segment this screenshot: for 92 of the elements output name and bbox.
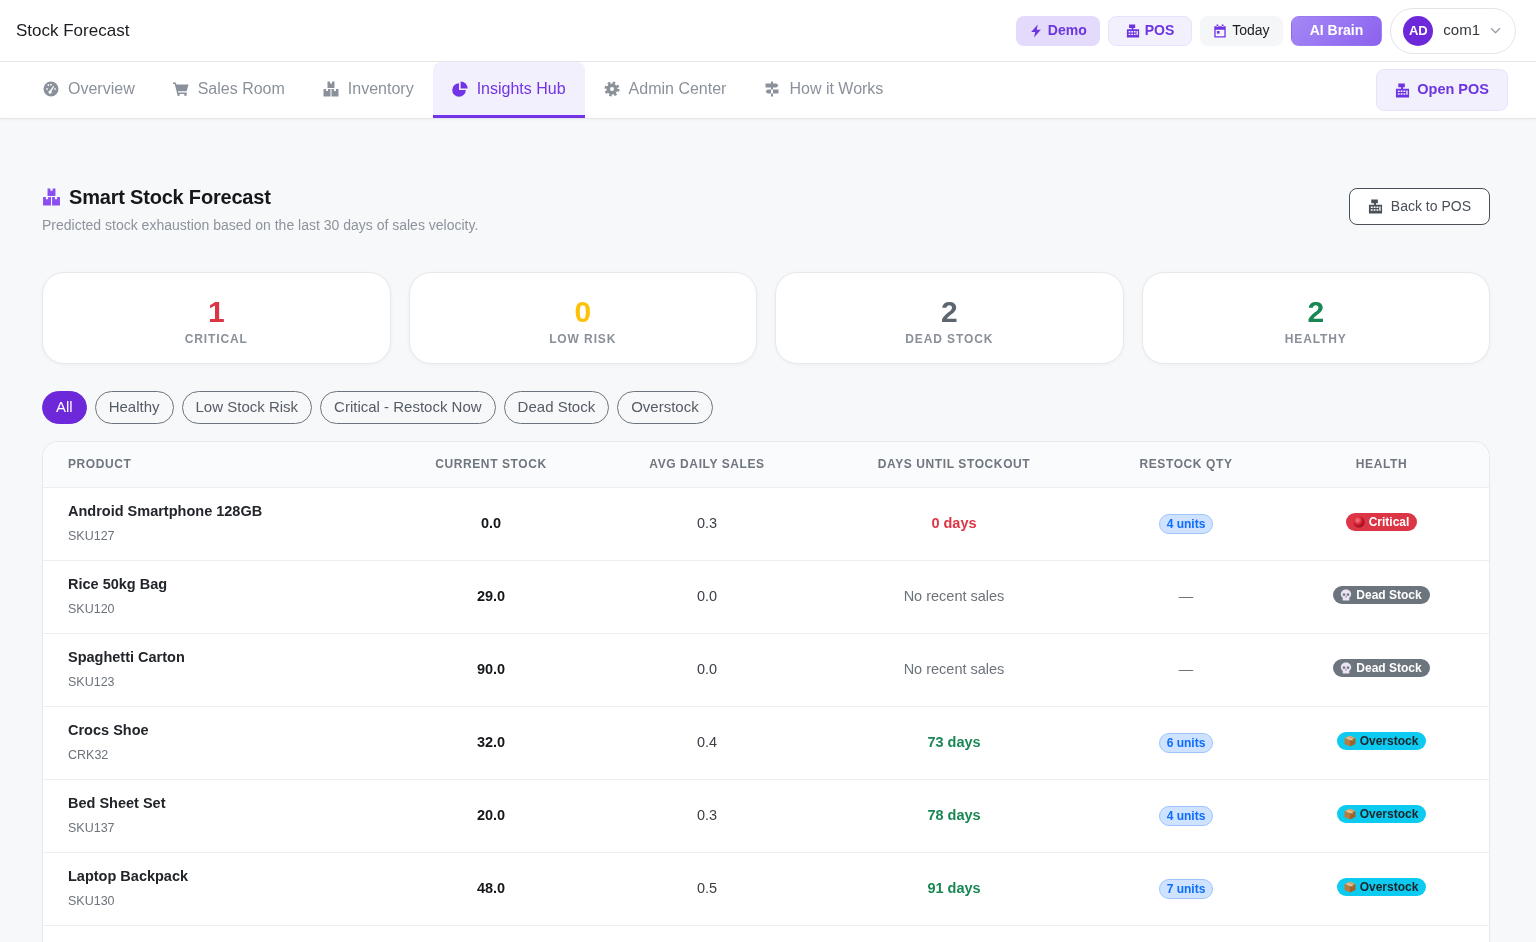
product-name: Laptop Backpack xyxy=(68,867,190,887)
sales-value: 0.3 xyxy=(696,806,718,823)
sales-value: 0.0 xyxy=(696,660,718,677)
page-title: Smart Stock Forecast xyxy=(69,185,271,209)
back-to-pos-button[interactable]: Back to POS xyxy=(1348,188,1490,225)
stat-label: LOW RISK xyxy=(549,330,617,348)
product-sku: SKU137 xyxy=(68,820,116,837)
stockout-value: 78 days xyxy=(927,806,981,823)
user-avatar: AD xyxy=(1403,15,1434,46)
signpost-icon xyxy=(764,80,781,97)
restock-value: — xyxy=(1178,587,1194,604)
pie-chart-icon xyxy=(451,80,468,97)
sales-value: 0.3 xyxy=(696,514,718,531)
page-subtitle: Predicted stock exhaustion based on the last 30 days of sales velocity. xyxy=(42,216,479,235)
boxes-icon xyxy=(42,188,61,206)
user-menu-button[interactable]: AD com1 xyxy=(1390,7,1516,54)
settings-icon xyxy=(603,80,620,97)
skull-icon xyxy=(1340,588,1353,601)
stockout-value: 91 days xyxy=(927,879,981,896)
column-header: HEALTH xyxy=(1287,442,1489,487)
ai-brain-button[interactable]: AI Brain xyxy=(1290,15,1383,46)
stat-label: HEALTHY xyxy=(1284,330,1347,348)
restock-badge: 4 units xyxy=(1158,513,1214,534)
column-header: DAYS UNTIL STOCKOUT xyxy=(823,442,1085,487)
restock-badge: 6 units xyxy=(1158,732,1214,753)
column-header: PRODUCT xyxy=(43,442,391,487)
column-header: CURRENT STOCK xyxy=(391,442,591,487)
product-name: Spaghetti Carton xyxy=(68,648,186,668)
cart-icon xyxy=(172,80,189,97)
restock-badge: 7 units xyxy=(1158,878,1214,899)
chevron-down-icon xyxy=(1490,27,1501,34)
column-header: RESTOCK QTY xyxy=(1085,442,1287,487)
nav-tab[interactable]: Sales Room xyxy=(153,62,304,118)
stat-label: DEAD STOCK xyxy=(905,330,994,348)
ball-icon xyxy=(1352,515,1365,528)
calendar-icon xyxy=(1213,23,1228,38)
stock-value: 48.0 xyxy=(476,879,506,896)
health-badge: Overstock xyxy=(1336,877,1427,896)
stock-value: 20.0 xyxy=(476,806,506,823)
cash-register-icon xyxy=(1125,23,1140,38)
stat-value: 2 xyxy=(1307,294,1325,328)
restock-value: — xyxy=(1178,660,1194,677)
product-name: Bed Sheet Set xyxy=(68,794,167,814)
product-sku: SKU123 xyxy=(68,674,116,691)
stat-label: CRITICAL xyxy=(184,330,248,348)
pos-button[interactable]: POS xyxy=(1107,15,1193,46)
nav-tab[interactable]: Admin Center xyxy=(584,62,746,118)
package-icon xyxy=(1343,807,1356,820)
product-sku: SKU127 xyxy=(68,528,116,545)
package-icon xyxy=(1343,734,1356,747)
cash-register-icon xyxy=(1367,199,1383,214)
stockout-value: 0 days xyxy=(931,514,977,531)
product-sku: SKU120 xyxy=(68,601,116,618)
stock-value: 29.0 xyxy=(476,587,506,604)
product-name: Crocs Shoe xyxy=(68,721,150,741)
filter-chip[interactable]: All xyxy=(42,391,87,424)
stock-value: 90.0 xyxy=(476,660,506,677)
health-badge: Overstock xyxy=(1336,804,1427,823)
nav-tab[interactable]: Inventory xyxy=(303,62,433,118)
column-header: AVG DAILY SALES xyxy=(591,442,823,487)
health-badge: Dead Stock xyxy=(1333,658,1430,677)
product-name: Android Smartphone 128GB xyxy=(68,502,264,522)
sales-value: 0.5 xyxy=(696,879,718,896)
open-pos-button[interactable]: Open POS xyxy=(1376,69,1508,111)
restock-badge: 4 units xyxy=(1158,805,1214,826)
cash-register-icon xyxy=(1395,82,1411,98)
nav-tab[interactable]: Insights Hub xyxy=(432,62,585,118)
stockout-value: 73 days xyxy=(927,733,981,750)
health-badge: Dead Stock xyxy=(1333,585,1430,604)
stock-value: 32.0 xyxy=(476,733,506,750)
product-sku: SKU130 xyxy=(68,893,116,910)
sales-value: 0.4 xyxy=(696,733,718,750)
stock-value: 0.0 xyxy=(480,514,502,531)
gauge-icon xyxy=(43,80,59,97)
product-name: Rice 50kg Bag xyxy=(68,575,169,595)
stockout-value: No recent sales xyxy=(903,587,1005,604)
today-button[interactable]: Today xyxy=(1200,15,1283,46)
skull-icon xyxy=(1340,661,1353,674)
nav-tab[interactable]: Overview xyxy=(24,62,154,118)
nav-tab[interactable]: How it Works xyxy=(745,62,903,118)
package-icon xyxy=(1343,880,1356,893)
stat-value: 1 xyxy=(207,294,225,328)
app-title: Stock Forecast xyxy=(16,19,130,42)
health-badge: Overstock xyxy=(1336,731,1427,750)
boxes-icon xyxy=(322,80,339,97)
stockout-value: No recent sales xyxy=(903,660,1005,677)
health-badge: Critical xyxy=(1345,512,1418,531)
sales-value: 0.0 xyxy=(696,587,718,604)
stat-value: 0 xyxy=(574,294,592,328)
demo-button[interactable]: Demo xyxy=(1015,15,1100,46)
product-sku: CRK32 xyxy=(68,747,110,764)
stat-value: 2 xyxy=(940,294,958,328)
